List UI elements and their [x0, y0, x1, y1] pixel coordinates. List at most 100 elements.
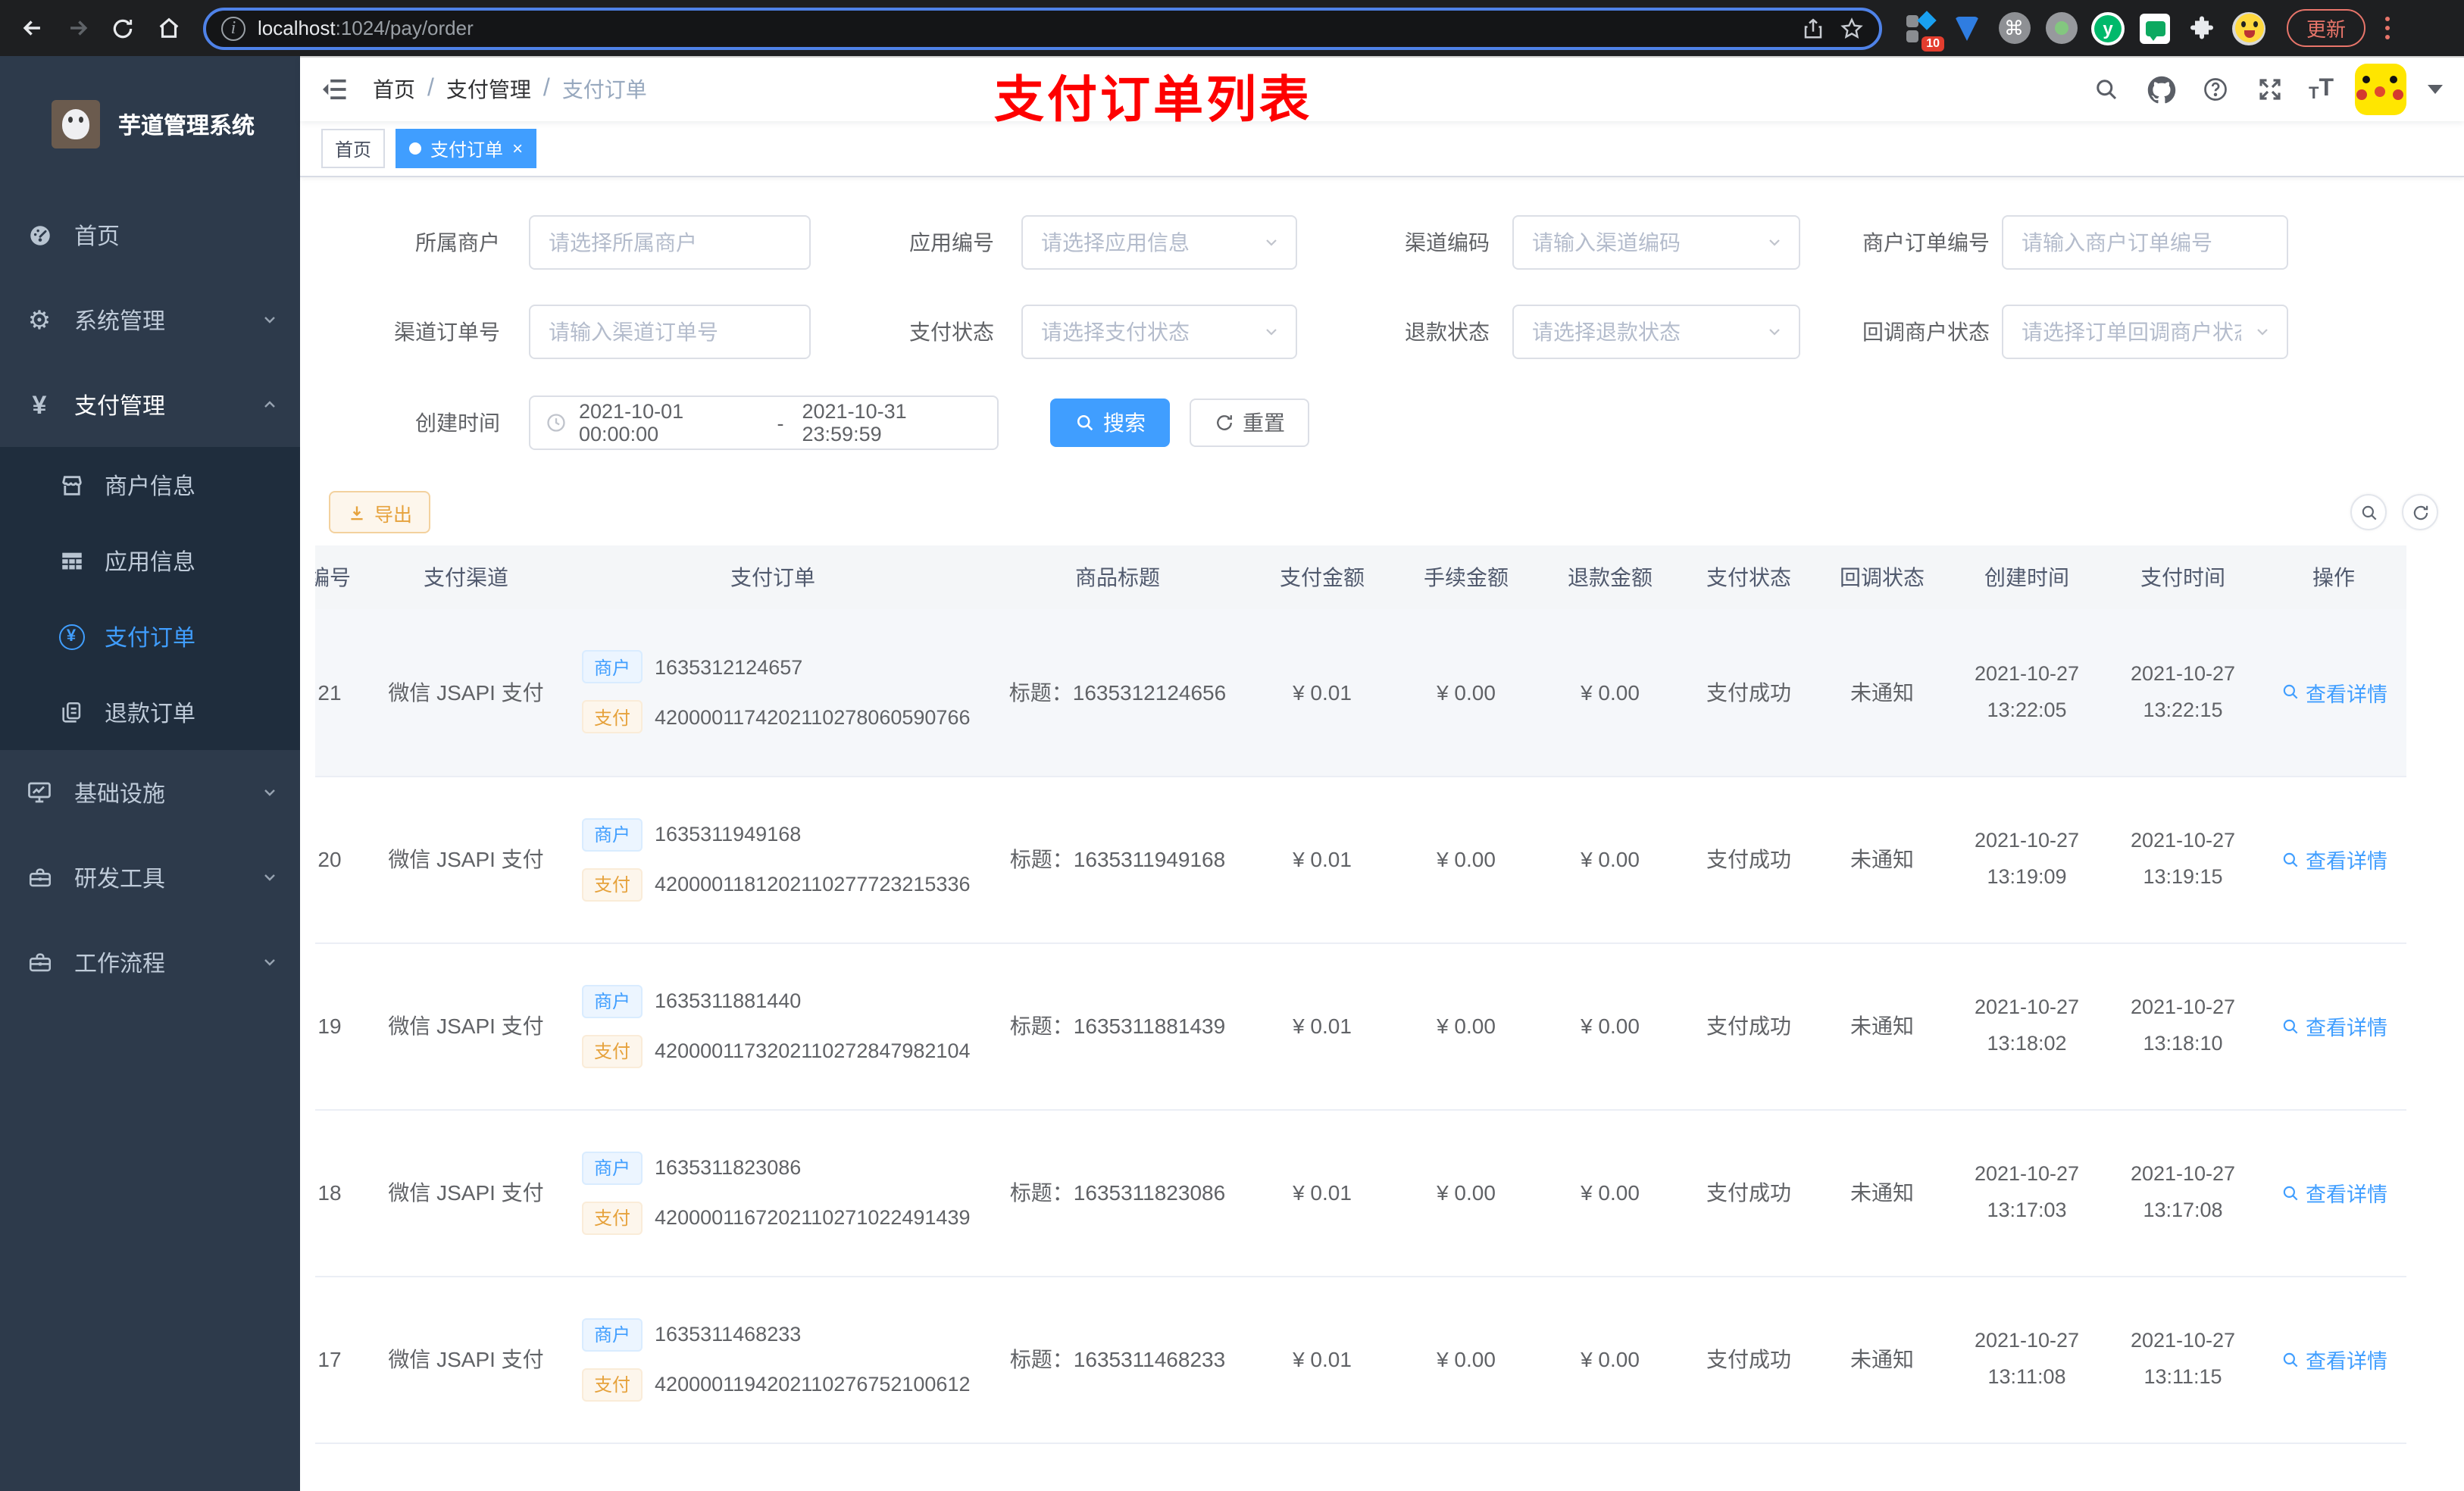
- chevron-up-icon: [261, 395, 279, 414]
- column-header: 操作: [2261, 545, 2406, 609]
- breadcrumb-home[interactable]: 首页: [373, 74, 415, 105]
- cell-create-time: 2021-10-27 13:11:08: [1949, 1276, 2105, 1443]
- cell-refund: ¥ 0.00: [1538, 1276, 1682, 1443]
- sidebar-item-pay-order[interactable]: ¥ 支付订单: [0, 599, 300, 674]
- pay-order-line: 支付 4200001167202110271022491439: [582, 1201, 979, 1234]
- refund-status-select[interactable]: [1512, 305, 1800, 359]
- site-info-icon[interactable]: i: [221, 16, 245, 40]
- sidebar-item-dev-tools[interactable]: 研发工具: [0, 835, 300, 920]
- tags-view-bar: 首页 支付订单 ×: [300, 121, 2464, 177]
- cell-pay-time: 2021-10-27 13:22:15: [2105, 609, 2261, 777]
- fullscreen-icon[interactable]: [2254, 73, 2287, 106]
- merchant-select[interactable]: [529, 215, 811, 270]
- cell-actions: 查看详情: [2261, 942, 2406, 1110]
- app-logo-block[interactable]: 芋道管理系统: [0, 56, 300, 192]
- extension-command-icon[interactable]: ⌘: [1997, 11, 2031, 45]
- breadcrumb-separator: /: [427, 76, 434, 102]
- view-detail-link[interactable]: 查看详情: [2280, 844, 2387, 874]
- sidebar-item-app-info[interactable]: 应用信息: [0, 523, 300, 599]
- filter-row-3: 创建时间 2021-10-01 00:00:00 - 2021-10-31 23…: [300, 395, 2464, 450]
- sidebar-item-system[interactable]: ⚙ 系统管理: [0, 277, 300, 362]
- merchant-order-no-input[interactable]: [2002, 215, 2288, 270]
- view-detail-link[interactable]: 查看详情: [2280, 1011, 2387, 1041]
- pay-tag: 支付: [582, 867, 643, 901]
- sidebar-submenu-pay: 商户信息 应用信息 ¥ 支付订单 退款订单: [0, 447, 300, 750]
- user-avatar[interactable]: [2355, 64, 2406, 115]
- column-header: 手续金额: [1394, 545, 1538, 609]
- app-title: 芋道管理系统: [118, 113, 255, 139]
- cell-notify: 未通知: [1815, 1276, 1949, 1443]
- sidebar-item-workflow[interactable]: 工作流程: [0, 920, 300, 1005]
- sidebar-fold-icon[interactable]: [321, 77, 349, 102]
- extension-gem-icon[interactable]: [1950, 11, 1984, 45]
- extension-y-icon[interactable]: y: [2091, 11, 2125, 45]
- back-icon[interactable]: [12, 8, 52, 48]
- sidebar-item-label: 商户信息: [105, 474, 196, 499]
- breadcrumb-pay[interactable]: 支付管理: [446, 74, 531, 105]
- pay-tag: 支付: [582, 1034, 643, 1067]
- cell-amount: ¥ 0.01: [1250, 1109, 1394, 1277]
- column-header: 支付订单: [561, 545, 985, 609]
- tab-home[interactable]: 首页: [321, 129, 386, 168]
- extension-chat-icon[interactable]: [2138, 11, 2172, 45]
- cell-create-time: 2021-10-27 13:22:05: [1949, 609, 2105, 777]
- channel-order-no-input[interactable]: [529, 305, 811, 359]
- share-icon[interactable]: [1802, 16, 1825, 40]
- extension-grid-icon[interactable]: 10: [1903, 10, 1944, 51]
- notify-status-select[interactable]: [2002, 305, 2288, 359]
- refresh-button[interactable]: [2402, 494, 2438, 530]
- help-icon[interactable]: [2200, 73, 2233, 106]
- forward-icon[interactable]: [58, 8, 97, 48]
- sidebar-item-merchant-info[interactable]: 商户信息: [0, 447, 300, 523]
- page-annotation: 支付订单列表: [994, 71, 1312, 127]
- sidebar-item-refund-order[interactable]: 退款订单: [0, 674, 300, 750]
- browser-update-button[interactable]: 更新: [2287, 9, 2366, 47]
- create-time-range-input[interactable]: 2021-10-01 00:00:00 - 2021-10-31 23:59:5…: [529, 395, 999, 450]
- top-navbar: 首页 / 支付管理 / 支付订单 支付订单列表 T T: [300, 58, 2464, 127]
- sidebar-item-home[interactable]: 首页: [0, 192, 300, 277]
- cell-fee: ¥ 0.00: [1394, 942, 1538, 1110]
- cell-title: 标题：1635311468233: [985, 1276, 1250, 1443]
- sidebar-item-label: 研发工具: [74, 866, 166, 892]
- cell-actions: [2261, 1443, 2406, 1491]
- view-detail-link[interactable]: 查看详情: [2280, 677, 2387, 708]
- github-icon[interactable]: [2145, 73, 2178, 106]
- filter-label: 渠道编码: [1405, 230, 1490, 255]
- toolbox-icon: [26, 949, 53, 975]
- pay-order-line: 支付 4200001194202110276752100612: [582, 1368, 979, 1401]
- filter-label: 应用编号: [909, 230, 994, 255]
- url-bar[interactable]: i localhost:1024/pay/order: [203, 7, 1882, 49]
- column-header: 支付时间: [2105, 545, 2261, 609]
- cell-status: 支付成功: [1682, 1109, 1815, 1277]
- channel-code-select[interactable]: [1512, 215, 1800, 270]
- home-icon[interactable]: [149, 8, 188, 48]
- pay-status-select[interactable]: [1021, 305, 1297, 359]
- bookmark-star-icon[interactable]: [1840, 16, 1864, 40]
- close-icon[interactable]: ×: [512, 139, 523, 158]
- view-detail-link[interactable]: 查看详情: [2280, 1177, 2387, 1208]
- tab-pay-order[interactable]: 支付订单 ×: [396, 129, 537, 168]
- cell-order-numbers: 商户 1635311949168 支付 42000011812021102777232…: [561, 776, 985, 943]
- reload-icon[interactable]: [103, 8, 142, 48]
- extension-puzzle-icon[interactable]: [2185, 11, 2219, 45]
- user-menu-caret-icon[interactable]: [2428, 85, 2443, 94]
- sidebar-item-infra[interactable]: 基础设施: [0, 750, 300, 835]
- sidebar-item-pay[interactable]: ¥ 支付管理: [0, 362, 300, 447]
- dashboard-icon: [26, 222, 53, 248]
- show-search-toggle-button[interactable]: [2350, 494, 2387, 530]
- search-button[interactable]: 搜索: [1050, 399, 1170, 447]
- view-detail-link[interactable]: 查看详情: [2280, 1344, 2387, 1374]
- search-icon[interactable]: [2090, 73, 2124, 106]
- cell-order-numbers: 商户 1635312124657 支付 42000011742021102780605…: [561, 609, 985, 777]
- table-header-row: 编号支付渠道支付订单商品标题支付金额手续金额退款金额支付状态回调状态创建时间支付…: [315, 545, 2406, 609]
- cell-title: 标题：1635311881439: [985, 942, 1250, 1110]
- page-content: 所属商户 应用编号 渠道编码 商户订单编号 渠道订单号 支付状态: [300, 177, 2464, 1491]
- font-size-icon[interactable]: TT: [2309, 76, 2334, 103]
- app-select[interactable]: [1021, 215, 1297, 270]
- browser-menu-icon[interactable]: [2384, 17, 2390, 39]
- extension-emoji-icon[interactable]: [2232, 11, 2265, 45]
- shop-icon: [58, 472, 85, 498]
- export-button[interactable]: 导出: [329, 491, 431, 533]
- reset-button[interactable]: 重置: [1190, 399, 1309, 447]
- extension-record-icon[interactable]: [2044, 11, 2078, 45]
